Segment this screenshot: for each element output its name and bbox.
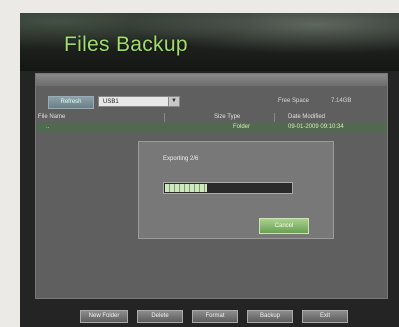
refresh-button[interactable]: Refresh — [48, 96, 94, 109]
column-divider — [274, 113, 275, 122]
chevron-down-icon[interactable]: ▼ — [168, 97, 179, 106]
file-name-cell: .. — [46, 124, 50, 130]
backup-button[interactable]: Backup — [247, 310, 293, 323]
dvr-screen: Files Backup Refresh USB1 ▼ Free Space 7… — [20, 13, 399, 327]
device-select-value: USB1 — [103, 99, 119, 105]
exit-button[interactable]: Exit — [302, 310, 348, 323]
column-header-date-modified[interactable]: Date Modified — [288, 114, 325, 120]
column-header-file-name[interactable]: File Name — [38, 114, 65, 120]
free-space-label: Free Space — [278, 98, 310, 104]
new-folder-button[interactable]: New Folder — [80, 310, 128, 323]
column-header-size-type[interactable]: Size Type — [214, 114, 240, 120]
page-title: Files Backup — [64, 33, 188, 56]
export-progress-bar — [163, 182, 293, 194]
device-select[interactable]: USB1 ▼ — [98, 96, 180, 107]
free-space-value: 7.14GB — [331, 98, 352, 104]
export-status-text: Exporting 2/6 — [163, 156, 199, 162]
header: Files Backup — [20, 13, 399, 71]
file-type-cell: Folder — [233, 124, 251, 130]
export-progress-dialog: Exporting 2/6 Cancel — [138, 141, 334, 239]
format-button[interactable]: Format — [192, 310, 238, 323]
cancel-button[interactable]: Cancel — [259, 218, 309, 234]
column-divider — [164, 113, 165, 122]
panel-topbar — [36, 74, 387, 86]
table-row[interactable]: .. Folder 09-01-2009 09:10:34 — [36, 123, 387, 132]
delete-button[interactable]: Delete — [137, 310, 183, 323]
progress-fill — [165, 184, 207, 192]
date-modified-cell: 09-01-2009 09:10:34 — [288, 124, 344, 130]
